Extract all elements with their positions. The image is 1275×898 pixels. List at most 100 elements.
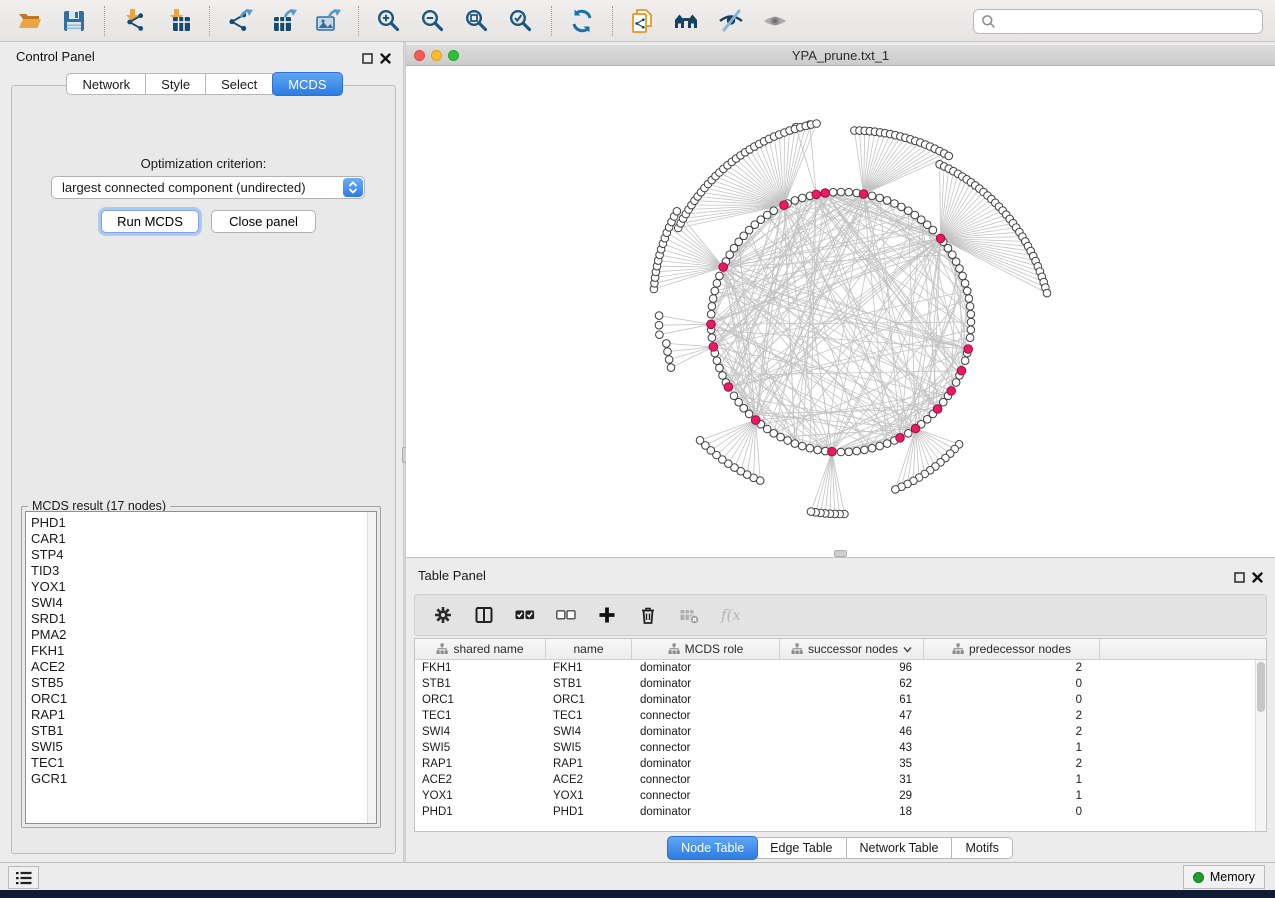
list-scrollbar-track[interactable] (367, 512, 376, 823)
node[interactable] (799, 442, 807, 450)
network-graph[interactable] (406, 66, 1275, 557)
cell-shared-name[interactable]: STB1 (415, 678, 546, 690)
memory-button[interactable]: Memory (1183, 865, 1265, 889)
export-image-button[interactable] (312, 5, 344, 37)
tab-mcds[interactable]: MCDS (272, 72, 342, 96)
cell-name[interactable]: ACE2 (546, 774, 632, 786)
node[interactable] (967, 318, 975, 326)
tab-edge-table[interactable]: Edge Table (757, 837, 846, 859)
mcds-node[interactable] (896, 434, 905, 443)
save-session-button[interactable] (58, 5, 90, 37)
column-header-predecessor-nodes[interactable]: predecessor nodes (924, 639, 1100, 659)
node[interactable] (966, 303, 974, 311)
cell-shared-name[interactable]: ORC1 (415, 694, 546, 706)
node[interactable] (963, 287, 971, 295)
cell-name[interactable]: FKH1 (546, 662, 632, 674)
node[interactable] (665, 356, 673, 364)
cell-shared-name[interactable]: PHD1 (415, 806, 546, 818)
cell-name[interactable]: PHD1 (546, 806, 632, 818)
node[interactable] (791, 197, 799, 205)
table-scrollbar-track[interactable] (1255, 660, 1266, 831)
tab-network[interactable]: Network (66, 73, 146, 95)
cell-shared-name[interactable]: ACE2 (415, 774, 546, 786)
cell-successor-nodes[interactable]: 47 (780, 710, 924, 722)
mcds-node[interactable] (780, 201, 789, 210)
node[interactable] (952, 379, 960, 387)
node[interactable] (656, 331, 664, 339)
node[interactable] (905, 207, 913, 215)
node[interactable] (667, 364, 675, 372)
table-scrollbar-thumb[interactable] (1257, 662, 1265, 712)
node[interactable] (716, 272, 724, 280)
cell-MCDS-role[interactable]: dominator (632, 726, 780, 738)
node[interactable] (713, 280, 721, 288)
node[interactable] (813, 120, 821, 128)
cell-shared-name[interactable]: TEC1 (415, 710, 546, 722)
cell-MCDS-role[interactable]: connector (632, 710, 780, 722)
table-row[interactable]: ACE2ACE2connector311 (415, 772, 1266, 788)
close-panel-icon[interactable] (380, 51, 391, 69)
cell-name[interactable]: ORC1 (546, 694, 632, 706)
node[interactable] (959, 272, 967, 280)
node[interactable] (945, 152, 953, 160)
mcds-result-item[interactable]: SRD1 (31, 611, 376, 627)
cell-successor-nodes[interactable]: 29 (780, 790, 924, 802)
node[interactable] (883, 197, 891, 205)
cell-shared-name[interactable]: FKH1 (415, 662, 546, 674)
mcds-result-item[interactable]: TID3 (31, 563, 376, 579)
cell-shared-name[interactable]: SWI4 (415, 726, 546, 738)
cell-predecessor-nodes[interactable]: 0 (924, 694, 1100, 706)
close-table-panel-icon[interactable] (1252, 570, 1263, 588)
column-header-successor-nodes[interactable]: successor nodes (780, 639, 924, 659)
zoom-fit-button[interactable] (461, 5, 493, 37)
mcds-node[interactable] (707, 320, 716, 329)
mcds-node[interactable] (936, 234, 945, 243)
cell-name[interactable]: SWI5 (546, 742, 632, 754)
cell-shared-name[interactable]: RAP1 (415, 758, 546, 770)
node[interactable] (966, 334, 974, 342)
tab-select[interactable]: Select (206, 73, 273, 95)
node[interactable] (663, 340, 671, 348)
node[interactable] (905, 430, 913, 438)
tab-node-table[interactable]: Node Table (667, 836, 758, 860)
cell-name[interactable]: YOX1 (546, 790, 632, 802)
zoom-selected-button[interactable] (505, 5, 537, 37)
cell-predecessor-nodes[interactable]: 2 (924, 758, 1100, 770)
cell-name[interactable]: STB1 (546, 678, 632, 690)
node[interactable] (777, 433, 785, 441)
node[interactable] (845, 188, 853, 196)
export-table-button[interactable] (268, 5, 300, 37)
node[interactable] (837, 448, 845, 456)
import-network-button[interactable] (119, 5, 151, 37)
mcds-result-item[interactable]: SWI5 (31, 739, 376, 755)
table-row[interactable]: STB1STB1dominator620 (415, 676, 1266, 692)
export-network-button[interactable] (224, 5, 256, 37)
node[interactable] (961, 357, 969, 365)
cell-MCDS-role[interactable]: dominator (632, 678, 780, 690)
node[interactable] (673, 208, 681, 216)
horizontal-splitter-handle[interactable] (834, 550, 847, 557)
node[interactable] (806, 444, 814, 452)
table-row[interactable]: SWI4SWI4dominator462 (415, 724, 1266, 740)
node[interactable] (868, 444, 876, 452)
show-all-button[interactable] (759, 5, 791, 37)
node[interactable] (967, 326, 975, 334)
mcds-node[interactable] (947, 387, 956, 396)
mcds-node[interactable] (859, 190, 868, 199)
node[interactable] (814, 446, 822, 454)
cell-shared-name[interactable]: SWI5 (415, 742, 546, 754)
table-row[interactable]: PHD1PHD1dominator180 (415, 804, 1266, 820)
node[interactable] (696, 437, 704, 445)
cell-MCDS-role[interactable]: dominator (632, 694, 780, 706)
maximize-window-icon[interactable] (448, 50, 459, 61)
deselect-all-button[interactable] (554, 603, 578, 627)
mcds-result-item[interactable]: STB1 (31, 723, 376, 739)
node[interactable] (784, 437, 792, 445)
cell-successor-nodes[interactable]: 18 (780, 806, 924, 818)
first-neighbors-button[interactable] (671, 5, 703, 37)
mcds-node[interactable] (828, 447, 837, 456)
mcds-node[interactable] (933, 405, 942, 414)
search-input[interactable] (1001, 12, 1262, 32)
node[interactable] (709, 295, 717, 303)
new-network-from-selection-button[interactable] (627, 5, 659, 37)
